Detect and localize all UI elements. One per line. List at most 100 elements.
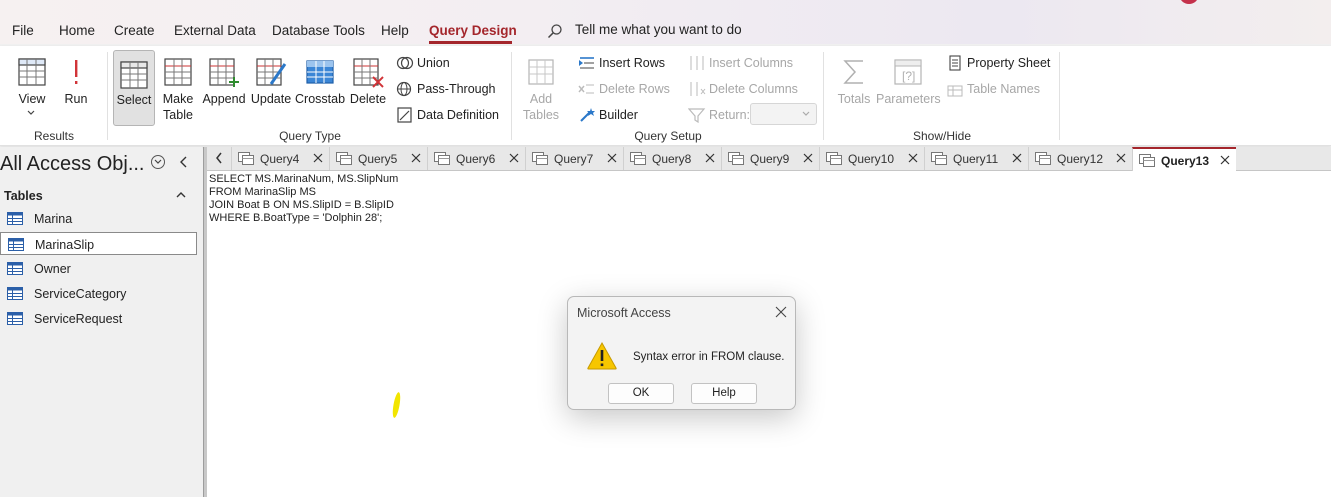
collapse-pane-icon[interactable] bbox=[178, 156, 188, 168]
totals-label: Totals bbox=[837, 92, 871, 106]
tab-query13[interactable]: Query13 bbox=[1132, 147, 1236, 171]
globe-icon bbox=[396, 81, 412, 97]
close-icon[interactable] bbox=[1012, 153, 1022, 163]
totals-button[interactable]: Totals bbox=[834, 48, 874, 122]
builder-wand-icon bbox=[580, 108, 595, 122]
menu-create[interactable]: Create bbox=[114, 23, 155, 38]
update-button[interactable]: Update bbox=[249, 48, 293, 122]
data-definition-icon bbox=[397, 107, 412, 123]
append-button[interactable]: Append bbox=[201, 48, 247, 122]
query-icon bbox=[1035, 152, 1051, 165]
table-icon bbox=[7, 312, 23, 325]
group-query-setup-label: Query Setup bbox=[634, 129, 702, 143]
parameters-button[interactable]: [?] Parameters bbox=[876, 48, 941, 122]
delete-rows-icon bbox=[578, 84, 594, 94]
nav-table-servicerequest[interactable]: ServiceRequest bbox=[0, 307, 197, 330]
tab-query11[interactable]: Query11 bbox=[924, 147, 1028, 170]
warning-icon bbox=[587, 341, 617, 370]
tab-label: Query9 bbox=[750, 152, 790, 166]
tab-query5[interactable]: Query5 bbox=[329, 147, 427, 170]
nav-table-servicecategory[interactable]: ServiceCategory bbox=[0, 282, 197, 305]
tab-query4[interactable]: Query4 bbox=[231, 147, 329, 170]
nav-table-label: ServiceRequest bbox=[34, 312, 123, 326]
sigma-icon bbox=[843, 60, 863, 84]
group-results-label: Results bbox=[33, 129, 74, 143]
close-icon[interactable] bbox=[1220, 155, 1230, 165]
insert-rows-label: Insert Rows bbox=[599, 56, 665, 70]
select-query-button[interactable]: Select bbox=[113, 50, 155, 126]
menu-file[interactable]: File bbox=[12, 23, 34, 38]
close-icon[interactable] bbox=[705, 153, 715, 163]
nav-table-marina[interactable]: Marina bbox=[0, 207, 197, 230]
chevron-down-icon bbox=[27, 110, 35, 115]
sql-line: WHERE B.BoatType = 'Dolphin 28'; bbox=[209, 212, 383, 224]
nav-table-owner[interactable]: Owner bbox=[0, 257, 197, 280]
return-filter-icon bbox=[688, 108, 706, 123]
tab-query9[interactable]: Query9 bbox=[721, 147, 819, 170]
crosstab-button[interactable]: Crosstab bbox=[295, 48, 345, 122]
query-icon bbox=[336, 152, 352, 165]
menu-query-design[interactable]: Query Design bbox=[429, 23, 517, 38]
query-icon bbox=[728, 152, 744, 165]
query-icon bbox=[532, 152, 548, 165]
delete-columns-icon bbox=[690, 82, 706, 96]
ribbon-separator bbox=[511, 52, 512, 140]
add-tables-label: Add Tables bbox=[522, 92, 560, 122]
nav-table-label: Owner bbox=[34, 262, 71, 276]
nav-table-label: MarinaSlip bbox=[35, 238, 95, 252]
add-tables-button[interactable]: Add Tables bbox=[518, 48, 564, 122]
ribbon-separator bbox=[107, 52, 108, 140]
ok-button[interactable]: OK bbox=[608, 383, 674, 404]
tab-query10[interactable]: Query10 bbox=[819, 147, 924, 170]
table-icon bbox=[7, 287, 23, 300]
close-icon[interactable] bbox=[313, 153, 323, 163]
menu-help[interactable]: Help bbox=[381, 23, 409, 38]
update-label: Update bbox=[250, 92, 292, 106]
nav-menu-dropdown[interactable] bbox=[151, 155, 165, 169]
make-table-button[interactable]: Make Table bbox=[158, 48, 198, 122]
account-badge[interactable] bbox=[1179, 0, 1199, 4]
tab-query6[interactable]: Query6 bbox=[427, 147, 525, 170]
make-table-icon bbox=[164, 58, 192, 86]
tab-label: Query13 bbox=[1161, 154, 1210, 168]
delete-query-icon bbox=[353, 58, 384, 88]
sql-line: SELECT MS.MarinaNum, MS.SlipNum bbox=[209, 173, 399, 185]
run-button[interactable]: Run bbox=[58, 48, 94, 122]
nav-pane-title[interactable]: All Access Obj... bbox=[0, 153, 145, 176]
sql-line: FROM MarinaSlip MS bbox=[209, 186, 316, 198]
view-label: View bbox=[18, 92, 46, 106]
delete-query-button[interactable]: Delete bbox=[348, 48, 388, 122]
property-sheet-label: Property Sheet bbox=[967, 56, 1051, 70]
close-icon[interactable] bbox=[803, 153, 813, 163]
return-select[interactable] bbox=[750, 103, 817, 125]
tab-label: Query4 bbox=[260, 152, 300, 166]
navigation-pane: All Access Obj... Tables Marina MarinaSl… bbox=[0, 147, 202, 497]
close-icon[interactable] bbox=[411, 153, 421, 163]
tab-query8[interactable]: Query8 bbox=[623, 147, 721, 170]
tab-query12[interactable]: Query12 bbox=[1028, 147, 1132, 170]
view-button[interactable]: View bbox=[10, 48, 54, 122]
dialog-title: Microsoft Access bbox=[577, 306, 671, 320]
insert-columns-icon bbox=[690, 56, 704, 70]
close-icon[interactable] bbox=[775, 306, 787, 318]
menu-external-data[interactable]: External Data bbox=[174, 23, 256, 38]
close-icon[interactable] bbox=[607, 153, 617, 163]
menu-database-tools[interactable]: Database Tools bbox=[272, 23, 365, 38]
close-icon[interactable] bbox=[908, 153, 918, 163]
data-definition-label: Data Definition bbox=[417, 108, 499, 122]
builder-label: Builder bbox=[599, 108, 638, 122]
nav-table-marinaslip[interactable]: MarinaSlip bbox=[0, 232, 197, 255]
tables-section-header[interactable]: Tables bbox=[4, 189, 43, 203]
query-icon bbox=[630, 152, 646, 165]
help-button[interactable]: Help bbox=[691, 383, 757, 404]
parameters-label: Parameters bbox=[876, 92, 941, 106]
run-exclamation-icon bbox=[75, 60, 78, 84]
table-icon bbox=[8, 238, 24, 251]
tab-label: Query12 bbox=[1057, 152, 1104, 166]
close-icon[interactable] bbox=[1116, 153, 1126, 163]
chevron-up-icon[interactable] bbox=[176, 191, 186, 198]
close-icon[interactable] bbox=[509, 153, 519, 163]
menu-home[interactable]: Home bbox=[59, 23, 95, 38]
tab-query7[interactable]: Query7 bbox=[525, 147, 623, 170]
scroll-tabs-left-icon[interactable] bbox=[215, 152, 223, 164]
